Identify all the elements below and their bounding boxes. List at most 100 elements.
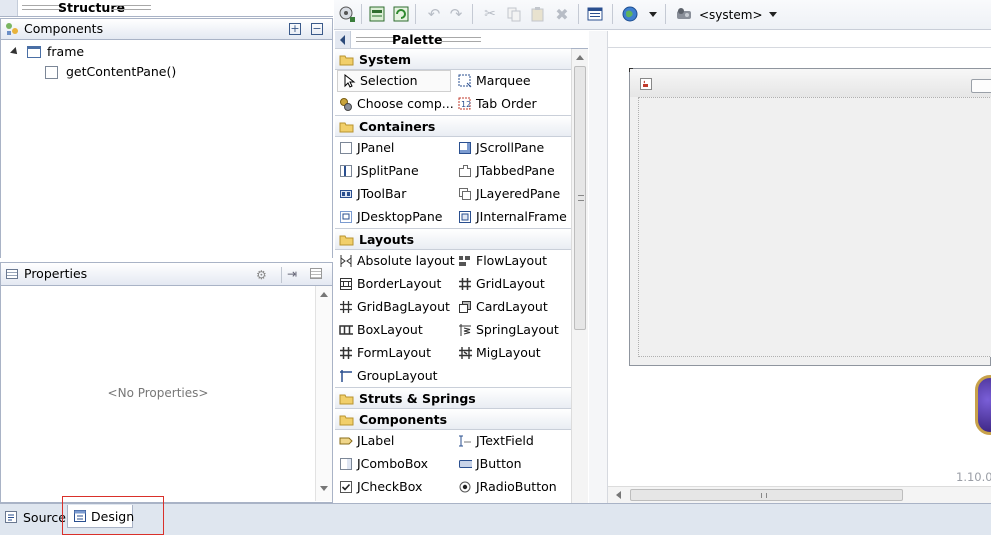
- expand-all-icon[interactable]: +: [289, 23, 301, 35]
- palette-item-boxlayout[interactable]: BoxLayout: [335, 319, 423, 341]
- content-pane-preview[interactable]: [638, 97, 991, 357]
- item-label: JToolBar: [357, 186, 407, 201]
- cut-icon[interactable]: ✂: [480, 4, 500, 24]
- palette-header: Palette: [335, 31, 588, 49]
- properties-view-icon[interactable]: [585, 4, 605, 24]
- item-label: JDesktopPane: [357, 209, 443, 224]
- item-label: MigLayout: [476, 345, 541, 360]
- category-label: Struts & Springs: [359, 391, 476, 406]
- source-file-icon: [5, 511, 17, 523]
- folder-icon: [339, 122, 354, 133]
- palette-item-jsplitpane[interactable]: JSplitPane: [335, 160, 419, 182]
- item-label: JPanel: [357, 140, 395, 155]
- palette-item-marquee[interactable]: Marquee: [454, 70, 531, 92]
- choose-component-icon: [340, 98, 352, 111]
- show-advanced-icon[interactable]: [310, 268, 322, 279]
- look-and-feel-icon[interactable]: [674, 4, 694, 24]
- palette-item-formlayout[interactable]: FormLayout: [335, 342, 431, 364]
- palette-item-jradiobutton[interactable]: JRadioButton: [454, 476, 557, 498]
- palette-category-components[interactable]: Components: [335, 408, 571, 430]
- palette-title[interactable]: Palette: [392, 31, 442, 48]
- item-label: Tab Order: [476, 96, 537, 111]
- palette-item-jtabbedpane[interactable]: JTabbedPane: [454, 160, 555, 182]
- item-label: Absolute layout: [357, 253, 455, 268]
- locale-globe-icon[interactable]: [620, 4, 640, 24]
- jframe-preview[interactable]: [629, 68, 991, 366]
- folder-icon: [339, 235, 354, 246]
- item-label: JScrollPane: [476, 140, 545, 155]
- palette-item-jscrollpane[interactable]: JScrollPane: [454, 137, 544, 159]
- palette-item-jinternalframe[interactable]: JInternalFrame: [454, 206, 567, 228]
- copy-icon[interactable]: [504, 4, 524, 24]
- properties-header: Properties ⚙ ⇥: [0, 262, 333, 286]
- palette-item-jcheckbox[interactable]: JCheckBox: [335, 476, 422, 498]
- components-header: Components + −: [0, 18, 333, 40]
- item-label: JLabel: [357, 433, 395, 448]
- palette-item-selection[interactable]: Selection: [337, 70, 451, 92]
- palette-category-containers[interactable]: Containers: [335, 115, 571, 137]
- palette-item-jlayeredpane[interactable]: JLayeredPane: [454, 183, 560, 205]
- palette-item-absolute-layout[interactable]: Absolute layout: [335, 250, 455, 272]
- palette-scrollbar[interactable]: [571, 49, 588, 503]
- scroll-up-icon[interactable]: [576, 55, 584, 60]
- tree-expand-icon[interactable]: [10, 47, 20, 57]
- scroll-up-icon[interactable]: [320, 292, 328, 297]
- collapse-all-icon[interactable]: −: [311, 23, 323, 35]
- palette-item-jtextfield[interactable]: JTextField: [454, 430, 534, 452]
- paste-icon[interactable]: [528, 4, 548, 24]
- palette-item-gridbaglayout[interactable]: GridBagLayout: [335, 296, 450, 318]
- chevron-down-icon[interactable]: [769, 12, 777, 17]
- item-label: SpringLayout: [476, 322, 559, 337]
- undo-icon[interactable]: ↶: [424, 4, 444, 24]
- components-label: Components: [24, 21, 104, 36]
- palette-item-choose-component[interactable]: Choose comp...: [335, 93, 454, 115]
- canvas-horizontal-scrollbar[interactable]: [608, 486, 991, 503]
- minimize-button[interactable]: [971, 79, 991, 93]
- properties-title: Properties: [24, 266, 88, 281]
- jframe-titlebar: [630, 69, 991, 97]
- grip-icon: [356, 37, 396, 42]
- palette-item-grouplayout[interactable]: GroupLayout: [335, 365, 438, 387]
- item-label: JSplitPane: [357, 163, 419, 178]
- palette-scroll-thumb[interactable]: [574, 66, 586, 330]
- goto-definition-icon[interactable]: ⇥: [287, 267, 301, 281]
- delete-icon[interactable]: ✖: [552, 4, 572, 24]
- textfield-icon: [459, 435, 471, 447]
- collapse-palette-icon[interactable]: [340, 35, 345, 45]
- canvas-scroll-thumb[interactable]: [630, 489, 903, 501]
- scroll-left-icon[interactable]: [616, 491, 621, 499]
- chevron-down-icon[interactable]: [649, 12, 657, 17]
- palette-item-gridlayout[interactable]: GridLayout: [454, 273, 545, 295]
- palette-item-springlayout[interactable]: SpringLayout: [454, 319, 559, 341]
- item-label: Selection: [360, 73, 418, 88]
- palette-item-borderlayout[interactable]: BorderLayout: [335, 273, 441, 295]
- button-icon: [459, 460, 472, 468]
- scroll-down-icon[interactable]: [320, 486, 328, 491]
- palette-item-cardlayout[interactable]: CardLayout: [454, 296, 548, 318]
- structure-header: Structure: [0, 0, 333, 17]
- palette-item-jtoolbar[interactable]: JToolBar: [335, 183, 406, 205]
- item-label: FlowLayout: [476, 253, 548, 268]
- properties-scrollbar[interactable]: [315, 286, 332, 501]
- item-label: CardLayout: [476, 299, 548, 314]
- grip-icon: [441, 37, 481, 42]
- palette-item-jlabel[interactable]: JLabel: [335, 430, 394, 452]
- show-events-icon[interactable]: ⚙: [256, 268, 270, 282]
- palette-item-jpanel[interactable]: JPanel: [335, 137, 394, 159]
- look-and-feel-label[interactable]: <system>: [699, 8, 763, 22]
- refresh-icon[interactable]: [391, 4, 411, 24]
- item-label: GridBagLayout: [357, 299, 450, 314]
- redo-icon[interactable]: ↷: [446, 4, 466, 24]
- form-icon[interactable]: [367, 4, 387, 24]
- palette-category-layouts[interactable]: Layouts: [335, 228, 571, 250]
- palette-item-miglayout[interactable]: MigLayout: [454, 342, 541, 364]
- palette-item-jdesktoppane[interactable]: JDesktopPane: [335, 206, 443, 228]
- palette-item-tab-order[interactable]: 12 Tab Order: [454, 93, 537, 115]
- java-cup-icon: [640, 78, 652, 90]
- palette-category-system[interactable]: System: [335, 48, 571, 70]
- palette-item-jcombobox[interactable]: JComboBox: [335, 453, 428, 475]
- palette-item-jbutton[interactable]: JButton: [454, 453, 522, 475]
- palette-item-flowlayout[interactable]: FlowLayout: [454, 250, 547, 272]
- palette-category-struts-springs[interactable]: Struts & Springs: [335, 387, 571, 409]
- test-gui-icon[interactable]: [337, 4, 357, 24]
